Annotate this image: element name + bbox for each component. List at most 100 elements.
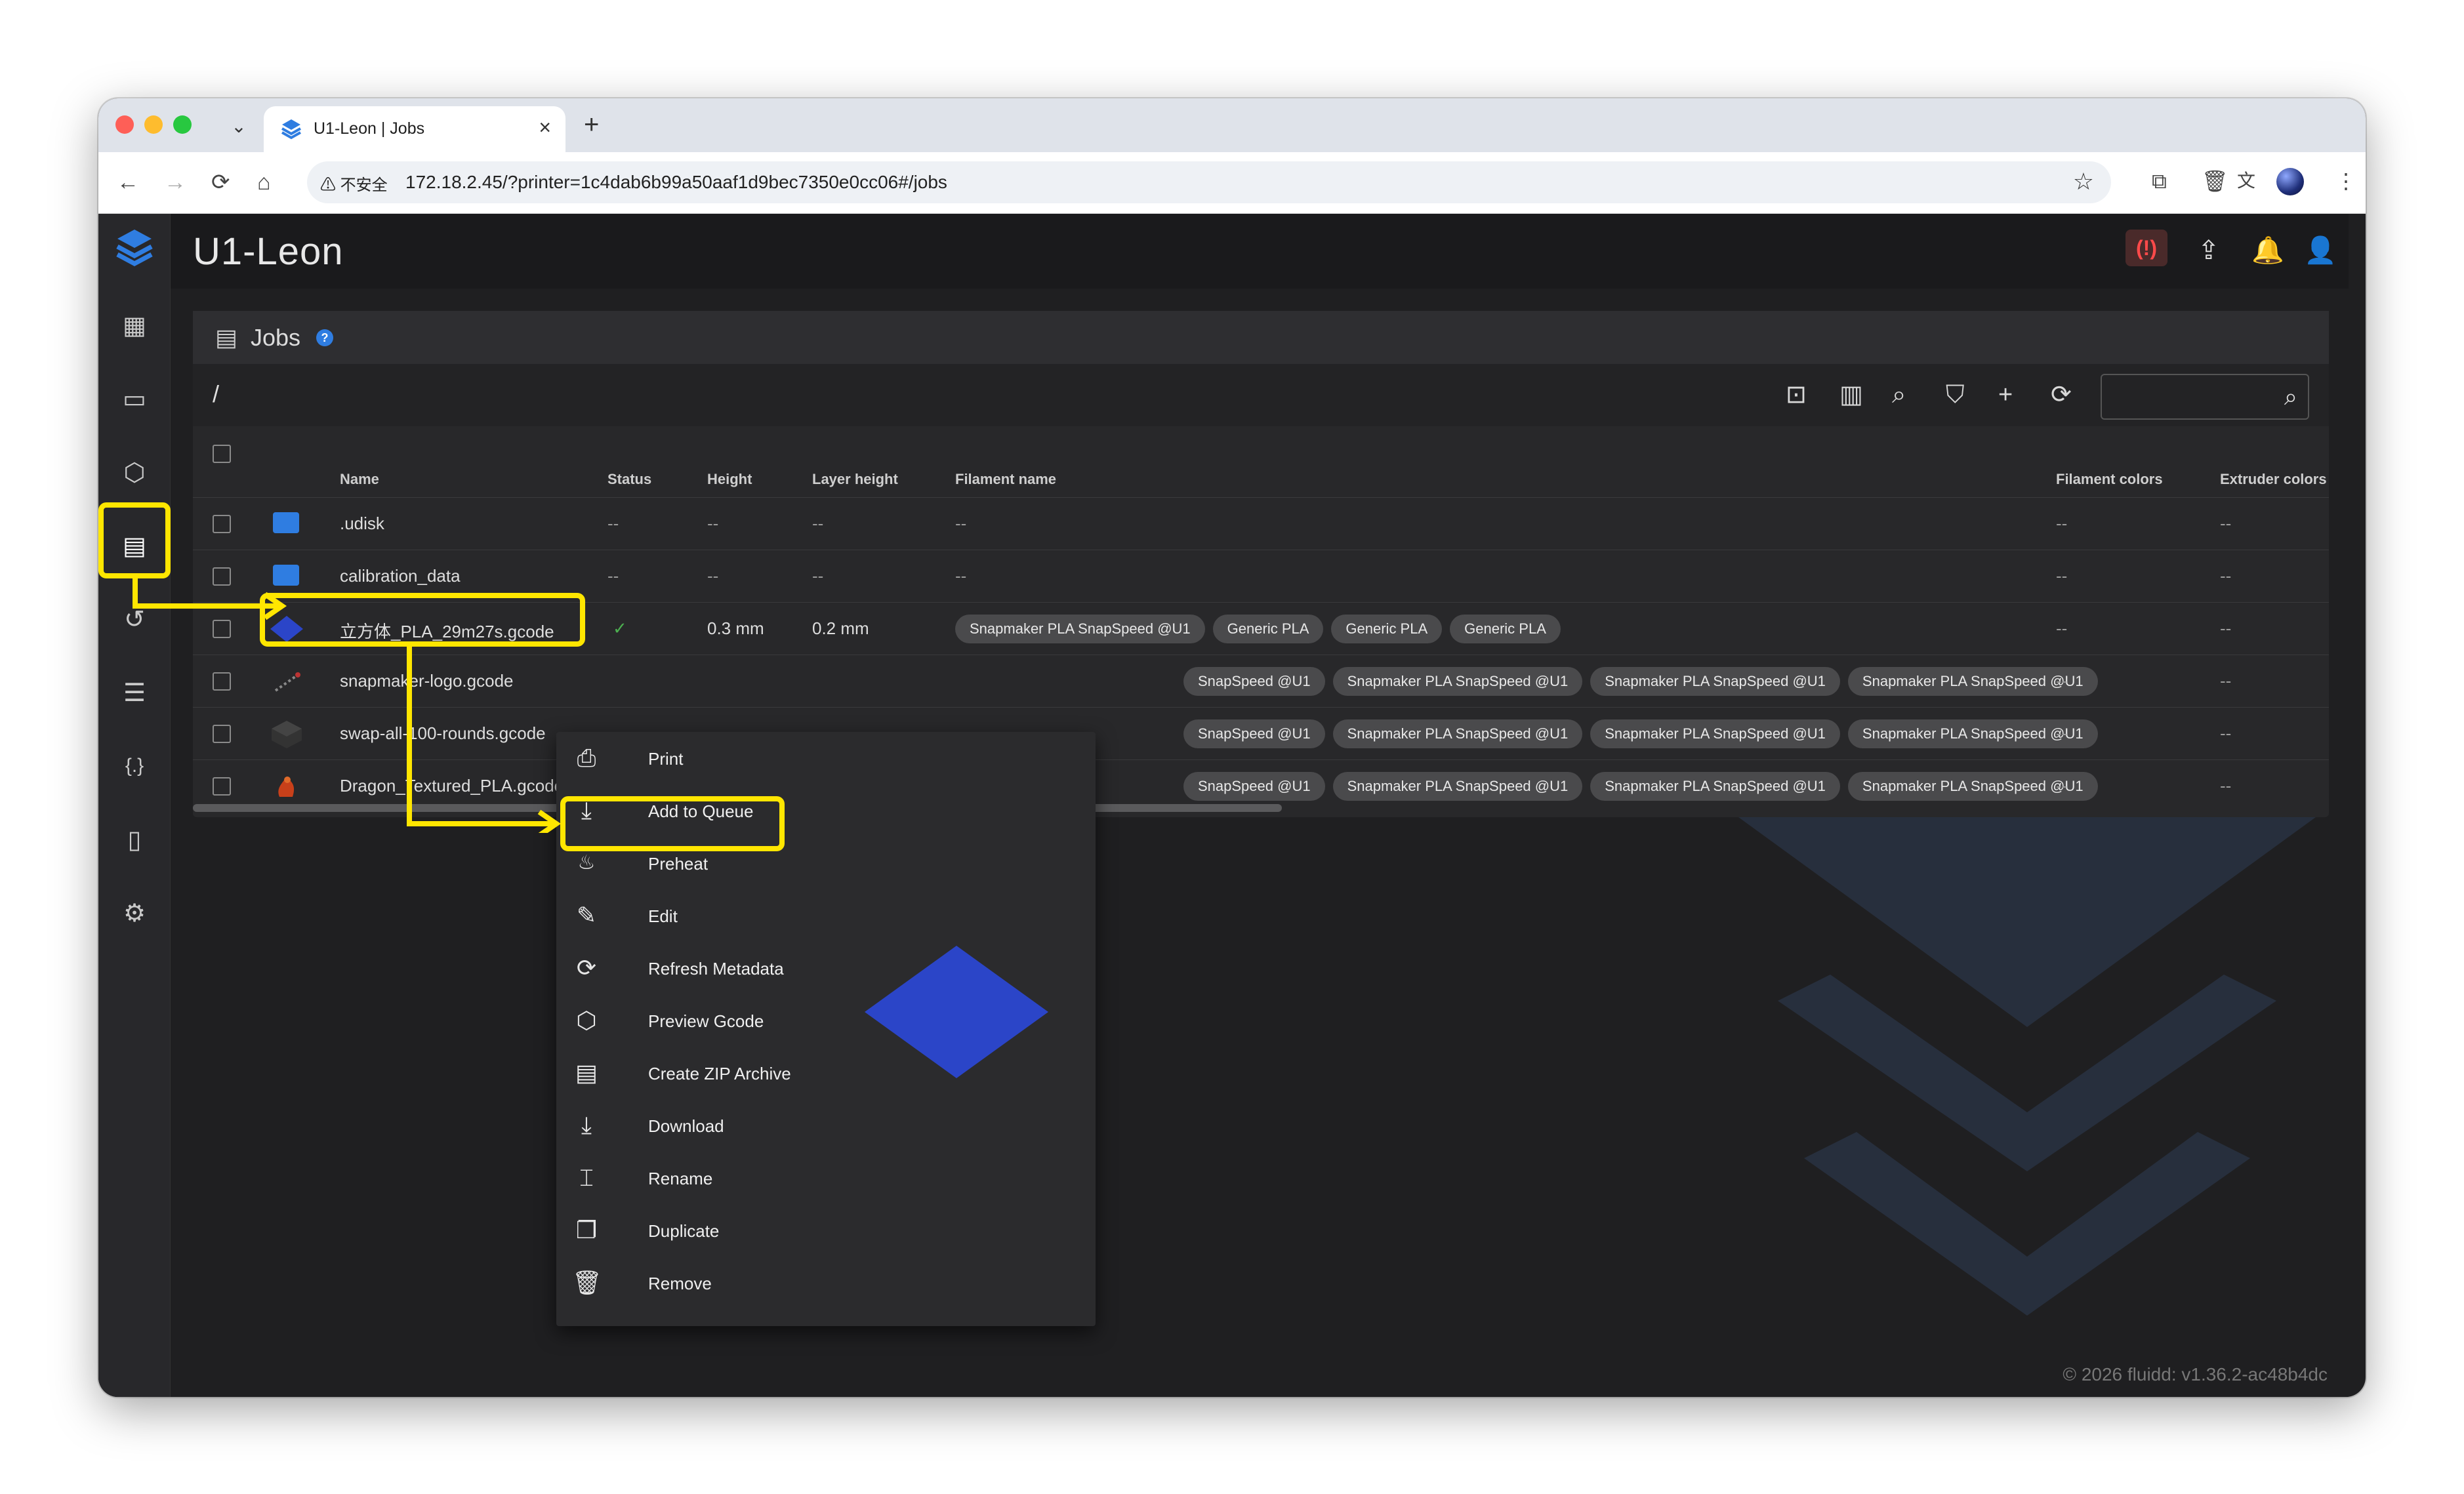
back-icon[interactable]: ← bbox=[117, 169, 139, 195]
column-header-filament-colors[interactable]: Filament colors bbox=[2056, 471, 2163, 488]
minimize-window-button[interactable] bbox=[144, 115, 163, 134]
column-header-name[interactable]: Name bbox=[340, 471, 379, 488]
tab-search-button[interactable]: ⌄ bbox=[222, 109, 256, 143]
new-tab-button[interactable]: + bbox=[584, 110, 599, 139]
row-checkbox[interactable] bbox=[213, 515, 231, 533]
file-icon: ▤ bbox=[215, 324, 238, 351]
printer-icon[interactable]: ▯ bbox=[115, 820, 154, 859]
filter-icon[interactable]: ⛉ bbox=[1946, 380, 1965, 409]
filament-chip: Snapmaker PLA SnapSpeed @U1 bbox=[1590, 667, 1840, 696]
fluidd-logo-icon[interactable] bbox=[115, 227, 154, 273]
column-header-extruder-colors[interactable]: Extruder colors bbox=[2220, 471, 2327, 488]
menu-item-label: Preheat bbox=[648, 854, 708, 874]
filament-chips: Snapmaker PLA SnapSpeed @U1 Generic PLA Ge… bbox=[955, 615, 1569, 643]
row-checkbox[interactable] bbox=[213, 777, 231, 796]
tab-strip: ⌄ U1-Leon | Jobs × + bbox=[98, 98, 2366, 152]
home-icon[interactable]: ⌂ bbox=[257, 169, 271, 195]
search-input[interactable]: ⌕ bbox=[2101, 374, 2309, 420]
menu-item-print[interactable]: ⎙ Print bbox=[556, 732, 1096, 784]
table-row[interactable]: .udisk -- -- -- -- -- -- bbox=[193, 497, 2329, 550]
forward-icon[interactable]: → bbox=[164, 169, 186, 195]
filament-chips: SnapSpeed @U1 Snapmaker PLA SnapSpeed @U1… bbox=[1183, 719, 2106, 748]
menu-item-remove[interactable]: 🗑 Remove bbox=[556, 1257, 1096, 1309]
filament-chips: SnapSpeed @U1 Snapmaker PLA SnapSpeed @U1… bbox=[1183, 667, 2106, 696]
jobs-title: Jobs bbox=[251, 324, 301, 351]
tune-icon[interactable]: ☰ bbox=[115, 673, 154, 712]
app-menu-icon[interactable]: ⋮ bbox=[2355, 236, 2366, 265]
search-icon: ⌕ bbox=[2284, 383, 2297, 410]
settings-icon[interactable]: ⚙ bbox=[115, 893, 154, 933]
download-icon: ⤓ bbox=[581, 1112, 592, 1139]
address-bar[interactable]: ⚠ 不安全 172.18.2.45/?printer=1c4dab6b99a50… bbox=[307, 161, 2111, 203]
extensions-icon[interactable]: ⧉ bbox=[2152, 168, 2167, 194]
column-header-layer-height[interactable]: Layer height bbox=[812, 471, 898, 488]
archive-icon: ▤ bbox=[575, 1059, 598, 1086]
delete-icon[interactable]: 🗑 bbox=[2202, 168, 2228, 194]
select-all-checkbox[interactable] bbox=[213, 445, 231, 463]
filament-chip: Snapmaker PLA SnapSpeed @U1 bbox=[1590, 719, 1840, 748]
menu-item-duplicate[interactable]: ❐ Duplicate bbox=[556, 1204, 1096, 1257]
filament-chip: Snapmaker PLA SnapSpeed @U1 bbox=[1590, 772, 1840, 801]
filament-colors-cell: -- bbox=[2056, 776, 2068, 796]
user-icon[interactable]: 👤 bbox=[2304, 236, 2337, 265]
status-cell: -- bbox=[607, 566, 619, 586]
notifications-icon[interactable]: 🔔 bbox=[2251, 236, 2284, 265]
dragon-thumbnail-icon bbox=[278, 777, 295, 797]
thumbnail-view-icon[interactable]: ⊡ bbox=[1786, 380, 1807, 409]
translate-icon[interactable]: 文 bbox=[2237, 168, 2255, 194]
tab-close-icon[interactable]: × bbox=[539, 115, 551, 140]
reload-icon[interactable]: ⟳ bbox=[211, 169, 230, 195]
help-icon[interactable]: ? bbox=[316, 329, 333, 346]
duplicate-icon: ❐ bbox=[575, 1217, 598, 1243]
add-icon[interactable]: + bbox=[1998, 380, 2013, 409]
edit-highlight bbox=[560, 796, 785, 851]
row-checkbox[interactable] bbox=[213, 725, 231, 743]
menu-item-label: Download bbox=[648, 1116, 724, 1136]
close-window-button[interactable] bbox=[115, 115, 134, 134]
profile-avatar[interactable] bbox=[2276, 168, 2304, 195]
tab-title: U1-Leon | Jobs bbox=[314, 119, 425, 138]
jobs-nav-highlight bbox=[98, 502, 171, 578]
browser-toolbar: ← → ⟳ ⌂ ⚠ 不安全 172.18.2.45/?printer=1c4da… bbox=[98, 152, 2366, 214]
column-header-filament-name[interactable]: Filament name bbox=[955, 471, 1056, 488]
menu-item-label: Edit bbox=[648, 906, 678, 926]
emergency-stop-button[interactable]: (!) bbox=[2125, 230, 2167, 266]
breadcrumb[interactable]: / bbox=[213, 380, 219, 408]
menu-item-rename[interactable]: ⌶ Rename bbox=[556, 1152, 1096, 1204]
column-header-status[interactable]: Status bbox=[607, 471, 651, 488]
menu-item-download[interactable]: ⤓ Download bbox=[556, 1099, 1096, 1152]
zoom-window-button[interactable] bbox=[173, 115, 192, 134]
jobs-card-header: ▤ Jobs ? bbox=[193, 311, 2329, 365]
column-header-height[interactable]: Height bbox=[707, 471, 752, 488]
console-icon[interactable]: ▭ bbox=[115, 379, 154, 418]
browser-tab[interactable]: U1-Leon | Jobs × bbox=[264, 106, 565, 152]
row-checkbox[interactable] bbox=[213, 672, 231, 691]
filament-chip: Snapmaker PLA SnapSpeed @U1 bbox=[1332, 719, 1583, 748]
height-cell: 0.3 mm bbox=[707, 618, 764, 638]
arrow-to-edit-icon bbox=[407, 645, 562, 833]
status-cell: -- bbox=[607, 514, 619, 533]
filament-chip: Generic PLA bbox=[1450, 615, 1561, 643]
dashboard-icon[interactable]: ▦ bbox=[115, 306, 154, 345]
gcode-preview-icon[interactable]: ⬡ bbox=[115, 453, 154, 492]
filament-colors-cell: -- bbox=[2056, 671, 2068, 691]
fluidd-watermark-icon bbox=[1738, 817, 2316, 1316]
upload-icon[interactable]: ⇪ bbox=[2198, 236, 2220, 265]
column-toggle-icon[interactable]: ▥ bbox=[1839, 380, 1863, 409]
search-icon[interactable]: ⌕ bbox=[1892, 380, 1906, 409]
filament-chip: SnapSpeed @U1 bbox=[1183, 772, 1325, 801]
refresh-icon[interactable]: ⟳ bbox=[2051, 380, 2072, 409]
browser-menu-icon[interactable]: ⋮ bbox=[2335, 168, 2356, 194]
menu-item-edit[interactable]: ✎ Edit bbox=[556, 889, 1096, 942]
file-name: .udisk bbox=[340, 514, 384, 533]
macros-icon[interactable]: {.} bbox=[115, 746, 154, 786]
rename-icon: ⌶ bbox=[579, 1164, 594, 1191]
not-secure-badge[interactable]: ⚠ 不安全 bbox=[320, 172, 388, 195]
bookmark-star-icon[interactable]: ☆ bbox=[2073, 168, 2094, 195]
menu-item-label: Rename bbox=[648, 1169, 713, 1188]
version-footer: © 2026 fluidd: v1.36.2-ac48b4dc bbox=[2063, 1364, 2328, 1384]
url-text[interactable]: 172.18.2.45/?printer=1c4dab6b99a50aaf1d9… bbox=[405, 172, 947, 193]
printer-title[interactable]: U1-Leon bbox=[193, 230, 343, 273]
preview-icon: ⬡ bbox=[576, 1007, 597, 1034]
swap-thumbnail-icon bbox=[272, 721, 302, 748]
